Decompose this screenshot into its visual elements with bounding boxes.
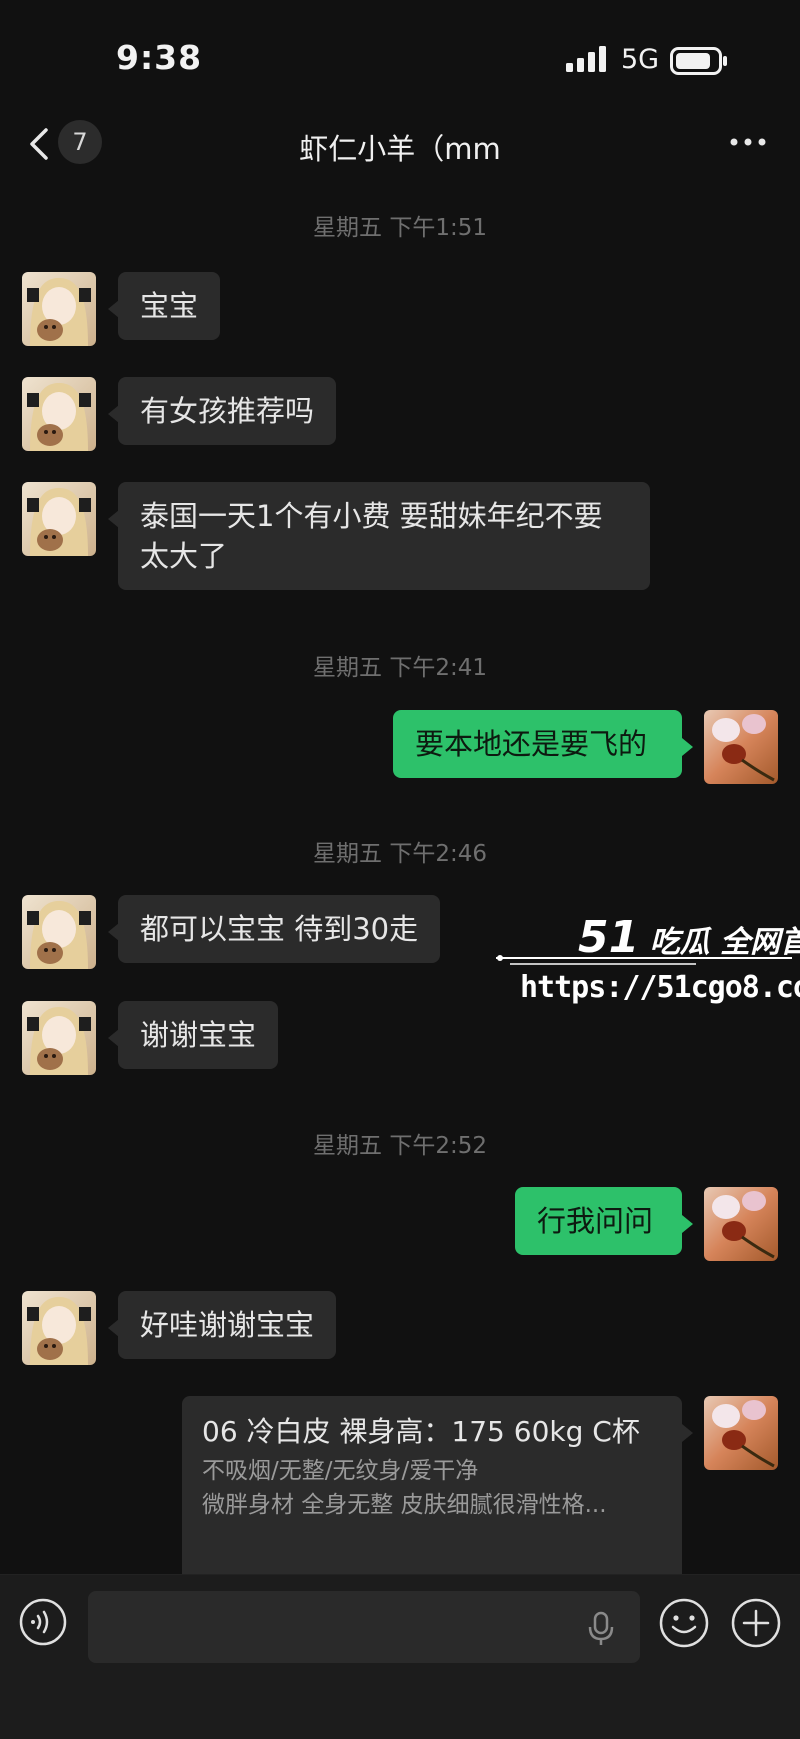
my-avatar[interactable] xyxy=(704,710,778,784)
battery-icon xyxy=(670,47,727,75)
site-watermark: 51 吃瓜 全网首发 https://51cgo8.com xyxy=(496,908,800,1018)
status-bar: 9:38 5G xyxy=(0,0,800,110)
profile-card-message[interactable]: 06 冷白皮 裸身高：175 60kg C杯 不吸烟/无整/无纹身/爱干净 微胖… xyxy=(182,1396,682,1596)
incoming-message[interactable]: 都可以宝宝 待到30走 xyxy=(118,895,441,963)
status-time: 9:38 xyxy=(116,38,203,77)
voice-input-icon[interactable] xyxy=(18,1597,68,1647)
incoming-message[interactable]: 好哇谢谢宝宝 xyxy=(118,1291,337,1359)
card-line: 微胖身材 全身无整 皮肤细腻很滑性格... xyxy=(202,1492,607,1518)
incoming-message[interactable]: 谢谢宝宝 xyxy=(118,1001,279,1069)
incoming-message[interactable]: 宝宝 xyxy=(118,272,221,340)
message-timestamp: 星期五 下午2:52 xyxy=(313,1133,487,1159)
my-avatar[interactable] xyxy=(704,1187,778,1261)
more-options-icon[interactable] xyxy=(728,130,768,154)
message-timestamp: 星期五 下午2:41 xyxy=(313,655,487,681)
bubble-tail xyxy=(682,1215,693,1233)
incoming-message[interactable]: 泰国一天1个有小费 要甜妹年纪不要太大了 xyxy=(118,482,650,590)
card-title: 06 冷白皮 裸身高：175 60kg C杯 xyxy=(202,1415,640,1448)
bubble-tail xyxy=(682,1424,693,1442)
network-label: 5G xyxy=(621,44,660,75)
message-timestamp: 星期五 下午1:51 xyxy=(313,215,487,241)
contact-avatar[interactable] xyxy=(22,482,96,556)
card-line: 不吸烟/无整/无纹身/爱干净 xyxy=(202,1458,479,1484)
my-avatar[interactable] xyxy=(704,1396,778,1470)
input-bar xyxy=(0,1574,800,1739)
signal-icon xyxy=(566,46,606,72)
contact-avatar[interactable] xyxy=(22,1291,96,1365)
contact-avatar[interactable] xyxy=(22,272,96,346)
message-timestamp: 星期五 下午2:46 xyxy=(313,841,487,867)
contact-avatar[interactable] xyxy=(22,1001,96,1075)
outgoing-message[interactable]: 要本地还是要飞的 xyxy=(393,710,682,778)
watermark-lines xyxy=(496,955,792,965)
watermark-url: https://51cgo8.com xyxy=(520,970,800,1005)
emoji-icon[interactable] xyxy=(658,1597,710,1649)
message-input[interactable] xyxy=(88,1591,640,1663)
contact-avatar[interactable] xyxy=(22,895,96,969)
outgoing-message[interactable]: 行我问问 xyxy=(515,1187,682,1255)
contact-avatar[interactable] xyxy=(22,377,96,451)
incoming-message[interactable]: 有女孩推荐吗 xyxy=(118,377,337,445)
bubble-tail xyxy=(682,738,693,756)
microphone-icon[interactable] xyxy=(584,1611,618,1647)
plus-icon[interactable] xyxy=(730,1597,782,1649)
chat-title: 虾仁小羊（mm xyxy=(299,132,501,166)
